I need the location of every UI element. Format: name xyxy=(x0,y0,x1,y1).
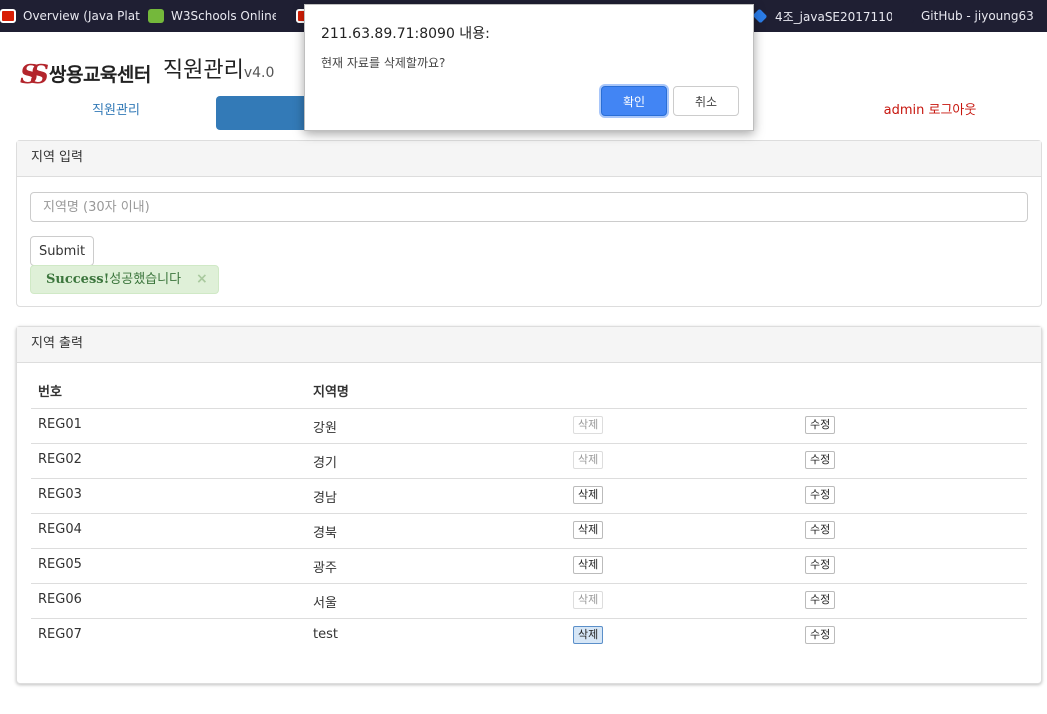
edit-button[interactable]: 수정 xyxy=(805,556,836,574)
logout-link[interactable]: admin 로그아웃 xyxy=(846,96,1014,130)
region-name: 강원 xyxy=(313,421,337,436)
region-input-panel: 지역 입력 Submit Success!성공했습니다 × xyxy=(16,140,1042,307)
region-id: REG02 xyxy=(38,452,82,467)
oracle-icon xyxy=(0,9,16,23)
delete-cell: 삭제 xyxy=(573,416,604,434)
close-icon[interactable]: × xyxy=(196,266,208,293)
bookmark-dropbox-folder[interactable]: 4조_javaSE2017110 xyxy=(752,0,892,32)
logo-text: 쌍용교육센터 xyxy=(48,64,151,86)
region-name: 경북 xyxy=(313,526,337,541)
site-logo[interactable]: SS 쌍용교육센터 직원관리v4.0 xyxy=(20,56,274,88)
bookmark-w3schools[interactable]: W3Schools Online W xyxy=(148,0,276,32)
region-id: REG01 xyxy=(38,417,82,432)
delete-button[interactable]: 삭제 xyxy=(573,556,604,574)
edit-button[interactable]: 수정 xyxy=(805,486,836,504)
delete-cell: 삭제 xyxy=(573,521,604,539)
bookmark-label: W3Schools Online W xyxy=(171,9,276,23)
table-body: REG01 강원 삭제 수정 REG02 경기 삭제 수정 REG03 경남 삭제 수정 REG04 경북… xyxy=(31,408,1027,653)
column-header-id: 번호 xyxy=(38,385,62,400)
w3schools-icon xyxy=(148,9,164,23)
region-id: REG07 xyxy=(38,627,82,642)
success-alert: Success!성공했습니다 × xyxy=(30,265,219,294)
alert-strong: Success! xyxy=(46,272,110,287)
region-name: 서울 xyxy=(313,596,337,611)
region-name: 경남 xyxy=(313,491,337,506)
table-row: REG05 광주 삭제 수정 xyxy=(31,548,1027,583)
edit-button[interactable]: 수정 xyxy=(805,591,836,609)
delete-button[interactable]: 삭제 xyxy=(573,591,604,609)
region-id: REG03 xyxy=(38,487,82,502)
bookmark-label: Overview (Java Platf xyxy=(23,9,140,23)
title-text: 직원관리 xyxy=(162,58,244,83)
delete-button[interactable]: 삭제 xyxy=(573,486,604,504)
region-name-input[interactable] xyxy=(30,192,1028,222)
nav-item-employee[interactable]: 직원관리 xyxy=(16,96,216,130)
column-header-name: 지역명 xyxy=(313,385,349,400)
table-row: REG04 경북 삭제 수정 xyxy=(31,513,1027,548)
dialog-message: 현재 자료를 삭제할까요? xyxy=(321,56,446,70)
region-table: 번호 지역명 REG01 강원 삭제 수정 REG02 경기 삭제 수정 REG03 경남 삭제 수정… xyxy=(31,373,1027,653)
table-header-row: 번호 지역명 xyxy=(31,373,1027,408)
edit-cell: 수정 xyxy=(805,556,836,574)
ok-button[interactable]: 확인 xyxy=(601,86,667,116)
dialog-title: 211.63.89.71:8090 내용: xyxy=(321,26,490,42)
edit-cell: 수정 xyxy=(805,626,836,644)
ssangyong-logo-mark: SS xyxy=(20,60,49,90)
edit-cell: 수정 xyxy=(805,521,836,539)
dropbox-icon xyxy=(752,8,768,24)
table-row: REG02 경기 삭제 수정 xyxy=(31,443,1027,478)
region-id: REG05 xyxy=(38,557,82,572)
edit-cell: 수정 xyxy=(805,451,836,469)
region-name: test xyxy=(313,627,338,642)
table-row: REG03 경남 삭제 수정 xyxy=(31,478,1027,513)
bookmark-github[interactable]: GitHub - jiyoung63 xyxy=(898,0,1038,32)
page-title: 직원관리v4.0 xyxy=(163,56,275,88)
delete-cell: 삭제 xyxy=(573,556,604,574)
region-output-panel: 지역 출력 번호 지역명 REG01 강원 삭제 수정 REG02 경기 삭제 수정 REG03… xyxy=(16,326,1042,684)
region-name: 경기 xyxy=(313,456,337,471)
edit-button[interactable]: 수정 xyxy=(805,626,836,644)
panel-heading: 지역 입력 xyxy=(17,141,1041,177)
version-label: v4.0 xyxy=(243,65,275,81)
submit-button[interactable]: Submit xyxy=(30,236,94,266)
edit-cell: 수정 xyxy=(805,416,836,434)
delete-button[interactable]: 삭제 xyxy=(573,626,604,644)
delete-button[interactable]: 삭제 xyxy=(573,451,604,469)
bookmark-label: GitHub - jiyoung63 xyxy=(921,9,1034,23)
delete-button[interactable]: 삭제 xyxy=(573,416,604,434)
cancel-button[interactable]: 취소 xyxy=(673,86,739,116)
delete-cell: 삭제 xyxy=(573,591,604,609)
bookmark-java-overview[interactable]: Overview (Java Platf xyxy=(0,0,140,32)
confirm-dialog: 211.63.89.71:8090 내용: 현재 자료를 삭제할까요? 확인 취… xyxy=(304,4,754,131)
delete-cell: 삭제 xyxy=(573,486,604,504)
edit-cell: 수정 xyxy=(805,591,836,609)
github-icon xyxy=(898,9,914,23)
panel-heading: 지역 출력 xyxy=(17,327,1041,363)
edit-button[interactable]: 수정 xyxy=(805,451,836,469)
table-row: REG01 강원 삭제 수정 xyxy=(31,408,1027,443)
region-name: 광주 xyxy=(313,561,337,576)
region-id: REG06 xyxy=(38,592,82,607)
delete-button[interactable]: 삭제 xyxy=(573,521,604,539)
region-id: REG04 xyxy=(38,522,82,537)
edit-button[interactable]: 수정 xyxy=(805,521,836,539)
logout-label: 로그아웃 xyxy=(928,103,977,118)
table-row: REG07 test 삭제 수정 xyxy=(31,618,1027,653)
username: admin xyxy=(883,103,925,118)
alert-text: 성공했습니다 xyxy=(109,272,182,287)
delete-cell: 삭제 xyxy=(573,451,604,469)
edit-button[interactable]: 수정 xyxy=(805,416,836,434)
bookmark-label: 4조_javaSE2017110 xyxy=(775,9,892,24)
edit-cell: 수정 xyxy=(805,486,836,504)
delete-cell: 삭제 xyxy=(573,626,604,644)
table-row: REG06 서울 삭제 수정 xyxy=(31,583,1027,618)
